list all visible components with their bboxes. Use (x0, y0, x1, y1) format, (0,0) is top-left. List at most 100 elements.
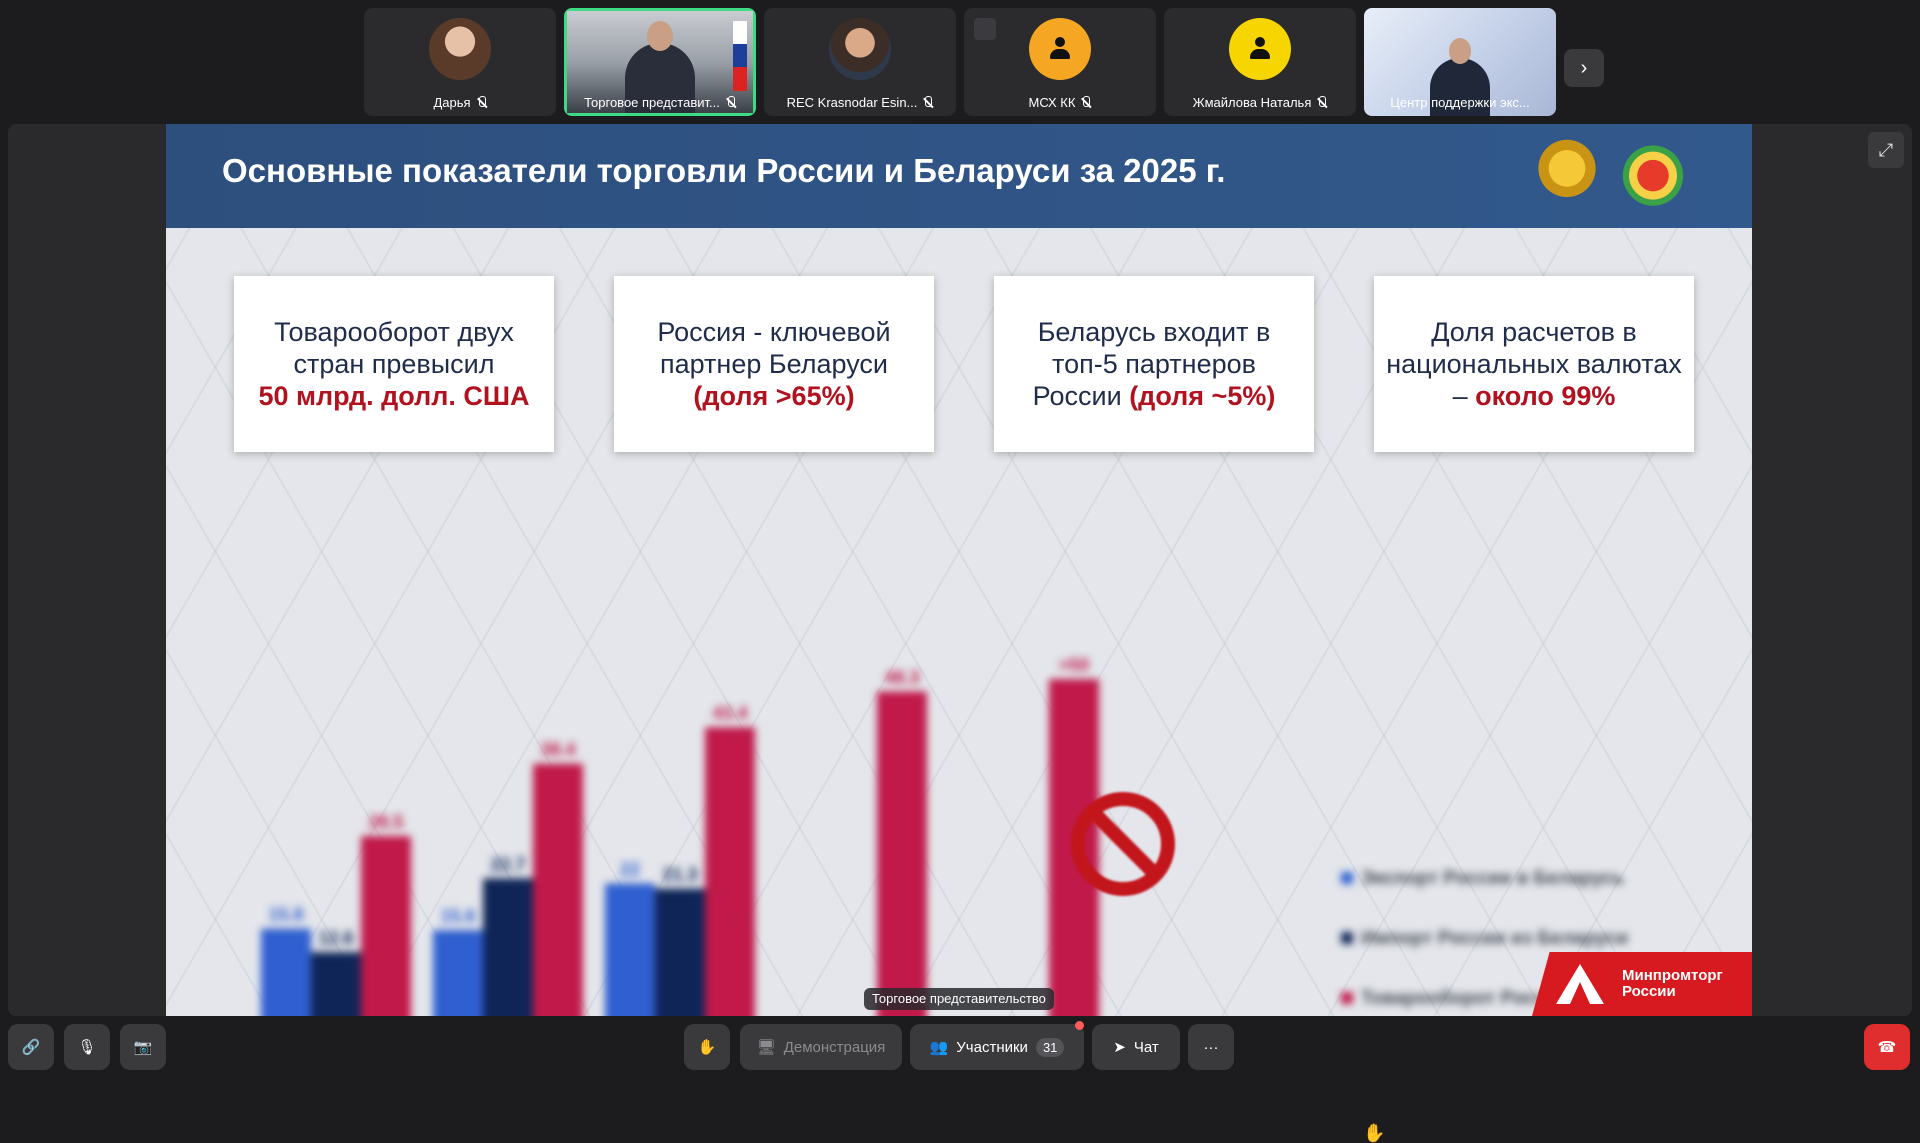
trade-chart-svg: 15.812.628.5202015.622.738.420212221.343… (261, 655, 1681, 1016)
chart-data-label: >50 (1059, 655, 1090, 675)
participant-strip: Дарья Торговое представит... REC Krasnod… (364, 8, 1556, 116)
participants-label: Участники (956, 1038, 1028, 1056)
fact-card: Доля расчетов в национальных валютах – о… (1374, 276, 1694, 452)
chart-bar (483, 878, 533, 1016)
prohibited-icon (1071, 792, 1175, 896)
raise-hand-button[interactable]: ✋ (684, 1024, 730, 1070)
slide-title: Основные показатели торговли России и Бе… (222, 152, 1226, 189)
participant-photo (429, 18, 491, 80)
participant-name: Центр поддержки экс... (1390, 95, 1530, 110)
minpromtorg-mark-icon (1556, 964, 1604, 1004)
camera-toggle-button[interactable]: 📷 (120, 1024, 166, 1070)
participant-photo (829, 18, 891, 80)
mic-off-icon (476, 96, 487, 109)
more-icon: ··· (1203, 1038, 1219, 1056)
legend-swatch (1341, 992, 1353, 1004)
participant-tile[interactable]: REC Krasnodar Esin... (764, 8, 956, 116)
chart-data-label: 22.7 (490, 854, 525, 874)
participant-tile[interactable]: МСХ КК (964, 8, 1156, 116)
belarus-emblem-icon (1620, 136, 1686, 208)
mic-off-icon: 🎙 (77, 1039, 97, 1056)
legend-swatch (1341, 932, 1353, 944)
minpromtorg-logo: Минпромторг России (1532, 952, 1752, 1016)
link-icon: 🔗 (21, 1039, 41, 1056)
participant-name: Дарья (364, 95, 556, 110)
chart-data-label: 43.4 (712, 703, 747, 723)
card-highlight: (доля >65%) (693, 381, 855, 411)
strip-next-button[interactable]: › (1564, 49, 1604, 87)
participant-name: МСХ КК (964, 95, 1156, 110)
russia-emblem-icon (1534, 136, 1600, 208)
chart-bar (705, 727, 755, 1016)
chart-bar (261, 928, 311, 1016)
participant-tile[interactable]: Центр поддержки экс... (1364, 8, 1556, 116)
chat-label: Чат (1133, 1038, 1159, 1056)
mic-off-icon (1316, 96, 1327, 109)
hand-icon: ✋ (697, 1039, 717, 1056)
expand-button[interactable]: ⤢ (1868, 132, 1904, 168)
user-icon (1247, 36, 1273, 62)
user-icon (1047, 36, 1073, 62)
chart-bar (533, 763, 583, 1016)
legend-label: Экспорт России в Беларусь (1361, 868, 1624, 889)
card-text: Товарооборот двух стран превысил (274, 317, 514, 379)
participant-avatar (1229, 18, 1291, 80)
fact-card: Товарооборот двух стран превысил 50 млрд.… (234, 276, 554, 452)
participant-avatar (1029, 18, 1091, 80)
card-highlight: 50 млрд. долл. США (258, 381, 530, 411)
chart-data-label: 12.6 (318, 928, 353, 948)
screen-share-stage: Основные показатели торговли России и Бе… (8, 124, 1912, 1142)
mic-off-icon (1080, 96, 1091, 109)
presentation-slide: Основные показатели торговли России и Бе… (166, 124, 1752, 1016)
screen-share-label: Демонстрация (783, 1038, 886, 1056)
participant-tile-active[interactable]: Торговое представит... (564, 8, 756, 116)
fact-card: Беларусь входит в топ-5 партнеров России… (994, 276, 1314, 452)
mic-off-icon (922, 96, 933, 109)
card-text: Россия - ключевой партнер Беларуси (657, 317, 891, 379)
participants-icon: 👥 (929, 1039, 949, 1056)
legend-swatch (1341, 872, 1353, 884)
chart-data-label: 48.3 (884, 667, 919, 687)
participant-name: Торговое представит... (564, 95, 756, 110)
phone-hangup-icon: ☎ (1877, 1039, 1897, 1056)
chart-data-label: 15.8 (268, 905, 303, 925)
card-highlight: (доля ~5%) (1129, 381, 1276, 411)
notification-dot (1075, 1021, 1084, 1030)
expand-icon: ⤢ (1878, 139, 1894, 160)
chart-data-label: 28.5 (368, 812, 403, 832)
send-icon: ➤ (1113, 1039, 1126, 1056)
participant-tile[interactable]: Жмайлова Наталья (1164, 8, 1356, 116)
chat-button[interactable]: ➤ Чат (1092, 1024, 1180, 1070)
participant-name: Жмайлова Наталья (1164, 95, 1356, 110)
brand-label: Минпромторг России (1622, 967, 1723, 1000)
chart-data-label: 22 (620, 859, 640, 879)
chevron-right-icon: › (1580, 56, 1588, 79)
chart-bar (655, 888, 705, 1016)
flag-image (733, 21, 747, 91)
participant-name: REC Krasnodar Esin... (764, 95, 956, 110)
hang-up-button[interactable]: ☎ (1864, 1024, 1910, 1070)
screen-share-button[interactable]: 🖥 Демонстрация (740, 1024, 902, 1070)
chart-data-label: 38.4 (540, 740, 575, 760)
hand-cursor-icon: ✋ (1363, 1123, 1386, 1143)
fact-card: Россия - ключевой партнер Беларуси (доля … (614, 276, 934, 452)
screen-icon: 🖥 (756, 1039, 776, 1056)
chart-bar (361, 835, 411, 1016)
chart-bar (605, 883, 655, 1016)
chart-bar (877, 691, 927, 1016)
trade-chart: 15.812.628.5202015.622.738.420212221.343… (166, 574, 1752, 1016)
copy-link-button[interactable]: 🔗 (8, 1024, 54, 1070)
more-button[interactable]: ··· (1188, 1024, 1234, 1070)
chart-data-label: 15.6 (440, 906, 475, 926)
participants-button[interactable]: 👥 Участники 31 (910, 1021, 1084, 1070)
signal-icon (974, 18, 996, 40)
chart-bar (433, 930, 483, 1016)
mic-toggle-button[interactable]: 🎙 (64, 1024, 110, 1070)
slide-header: Основные показатели торговли России и Бе… (166, 124, 1752, 228)
participants-count-badge: 31 (1035, 1037, 1065, 1057)
participant-tile[interactable]: Дарья (364, 8, 556, 116)
chart-data-label: 21.3 (662, 865, 697, 885)
speaker-tag: Торговое представительство (864, 988, 1054, 1010)
legend-label: Импорт России из Беларуси (1361, 928, 1628, 949)
chart-bar (311, 952, 361, 1016)
